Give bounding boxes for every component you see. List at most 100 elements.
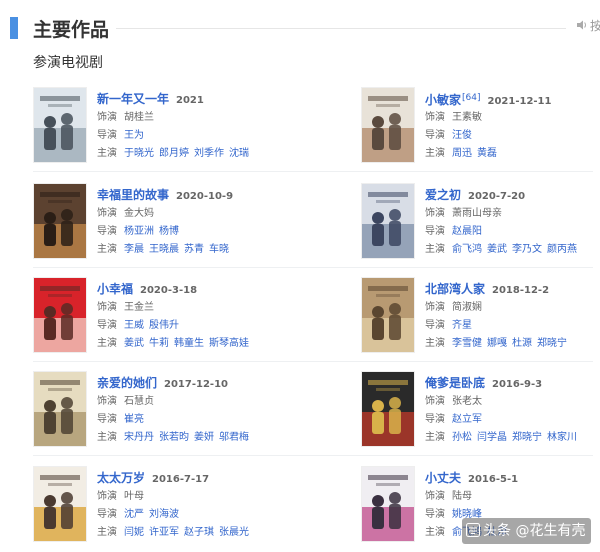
work-heading: 小幸福 2020-3-18: [97, 277, 297, 299]
section-action[interactable]: 按: [576, 17, 600, 34]
cast-link[interactable]: 沈瑞: [229, 148, 249, 159]
work-heading: 爱之初 2020-7-20: [425, 183, 600, 205]
cast-link[interactable]: 于晓光: [124, 148, 154, 159]
cast-link[interactable]: 郑晓宁: [537, 338, 567, 349]
cast-link[interactable]: 邬君梅: [219, 432, 249, 443]
cast-link[interactable]: 李雪健: [452, 338, 482, 349]
role-name: 胡桂兰: [124, 112, 154, 123]
work-heading: 幸福里的故事 2020-10-9: [97, 183, 297, 205]
director-row: 导演 赵立军: [425, 411, 600, 429]
cast-link[interactable]: 王晓晨: [149, 244, 179, 255]
cast-link[interactable]: 车晓: [209, 244, 229, 255]
director-row-label: 导演: [425, 509, 445, 520]
cast-link[interactable]: 李乃文: [512, 244, 542, 255]
cast-link[interactable]: 苏青: [184, 244, 204, 255]
work-title-link[interactable]: 太太万岁: [97, 471, 145, 485]
cast-link[interactable]: 许亚军: [149, 527, 179, 538]
cast-link[interactable]: 姜武: [487, 244, 507, 255]
poster-image[interactable]: [361, 183, 415, 259]
cast-link[interactable]: 闫妮: [124, 527, 144, 538]
cast-link[interactable]: 宋丹丹: [124, 432, 154, 443]
role-row: 饰演 胡桂兰: [97, 109, 297, 127]
director-row: 导演 杨亚洲 杨博: [97, 223, 297, 241]
director-row: 导演 王威 殷伟升: [97, 317, 297, 335]
role-row-label: 饰演: [97, 491, 117, 502]
cast-link[interactable]: 周迅: [452, 148, 472, 159]
work-card: 俺爹是卧底 2016-9-3 饰演 张老太 导演 赵立军 主演 孙松 闫学晶 郑晓宁 林家川: [361, 371, 600, 453]
director-link[interactable]: 崔亮: [124, 414, 144, 425]
work-title-link[interactable]: 小丈夫: [425, 471, 461, 485]
work-title-link[interactable]: 小敏家: [425, 93, 461, 107]
director-row-label: 导演: [425, 226, 445, 237]
cast-link[interactable]: 张若昀: [159, 432, 189, 443]
poster-image[interactable]: [33, 277, 87, 353]
director-link[interactable]: 杨博: [159, 226, 179, 237]
poster-image[interactable]: [33, 183, 87, 259]
work-card: 亲爱的她们 2017-12-10 饰演 石慧贞 导演 崔亮 主演 宋丹丹 张若昀 姜妍 邬君梅: [33, 371, 288, 453]
cast-link[interactable]: 刘季作: [194, 148, 224, 159]
poster-image[interactable]: [361, 87, 415, 163]
director-link[interactable]: 王为: [124, 130, 144, 141]
cast-link[interactable]: 姜武: [124, 338, 144, 349]
work-title-link[interactable]: 新一年又一年: [97, 92, 169, 106]
work-title-link[interactable]: 爱之初: [425, 188, 461, 202]
cast-link[interactable]: 娜嘎: [487, 338, 507, 349]
work-heading: 亲爱的她们 2017-12-10: [97, 371, 297, 393]
speaker-icon: [577, 20, 586, 30]
director-link[interactable]: 杨亚洲: [124, 226, 154, 237]
director-link[interactable]: 汪俊: [452, 130, 472, 141]
work-heading: 俺爹是卧底 2016-9-3: [425, 371, 600, 393]
director-link[interactable]: 赵立军: [452, 414, 482, 425]
director-link[interactable]: 沈严: [124, 509, 144, 520]
cast-link[interactable]: 俞飞鸿: [452, 244, 482, 255]
director-row-label: 导演: [97, 414, 117, 425]
work-title-link[interactable]: 幸福里的故事: [97, 188, 169, 202]
work-title-link[interactable]: 北部湾人家: [425, 282, 485, 296]
cast-link[interactable]: 黄磊: [477, 148, 497, 159]
cast-link[interactable]: 林家川: [547, 432, 577, 443]
poster-image[interactable]: [361, 277, 415, 353]
director-row-label: 导演: [425, 414, 445, 425]
cast-link[interactable]: 孙松: [452, 432, 472, 443]
release-date: 2017-12-10: [164, 379, 228, 390]
cast-link[interactable]: 赵子琪: [184, 527, 214, 538]
cast-row-label: 主演: [425, 527, 445, 538]
work-heading: 小丈夫 2016-5-1: [425, 466, 600, 488]
cast-link[interactable]: 郑晓宁: [512, 432, 542, 443]
role-row-label: 饰演: [425, 396, 445, 407]
poster-image[interactable]: [33, 466, 87, 542]
director-link[interactable]: 殷伟升: [149, 320, 179, 331]
cast-link[interactable]: 韩童生: [174, 338, 204, 349]
cast-link[interactable]: 颜丙燕: [547, 244, 577, 255]
cast-link[interactable]: 郎月婷: [159, 148, 189, 159]
poster-image[interactable]: [33, 87, 87, 163]
poster-image[interactable]: [33, 371, 87, 447]
cast-link[interactable]: 斯琴高娃: [209, 338, 249, 349]
role-row: 饰演 张老太: [425, 393, 600, 411]
release-date: 2020-3-18: [140, 285, 198, 296]
release-date: 2018-12-2: [492, 285, 550, 296]
role-name: 王素敏: [452, 112, 482, 123]
cast-link[interactable]: 姜妍: [194, 432, 214, 443]
poster-image[interactable]: [361, 466, 415, 542]
cast-link[interactable]: 闫学晶: [477, 432, 507, 443]
cast-link[interactable]: 杜源: [512, 338, 532, 349]
poster-image[interactable]: [361, 371, 415, 447]
role-row-label: 饰演: [425, 208, 445, 219]
work-title-link[interactable]: 小幸福: [97, 282, 133, 296]
work-title-link[interactable]: 亲爱的她们: [97, 376, 157, 390]
reference-link[interactable]: [64]: [462, 93, 480, 103]
role-row: 饰演 金大妈: [97, 205, 297, 223]
row-divider: [33, 267, 593, 268]
director-link[interactable]: 赵晨阳: [452, 226, 482, 237]
cast-link[interactable]: 张晨光: [219, 527, 249, 538]
cast-link[interactable]: 牛莉: [149, 338, 169, 349]
cast-link[interactable]: 李晨: [124, 244, 144, 255]
work-title-link[interactable]: 俺爹是卧底: [425, 376, 485, 390]
director-link[interactable]: 刘海波: [149, 509, 179, 520]
role-name: 简淑娴: [452, 302, 482, 313]
release-date: 2021-12-11: [487, 96, 552, 107]
director-link[interactable]: 王威: [124, 320, 144, 331]
director-link[interactable]: 齐星: [452, 320, 472, 331]
work-card: 小敏家[64] 2021-12-11 饰演 王素敏 导演 汪俊 主演 周迅 黄磊: [361, 87, 600, 169]
